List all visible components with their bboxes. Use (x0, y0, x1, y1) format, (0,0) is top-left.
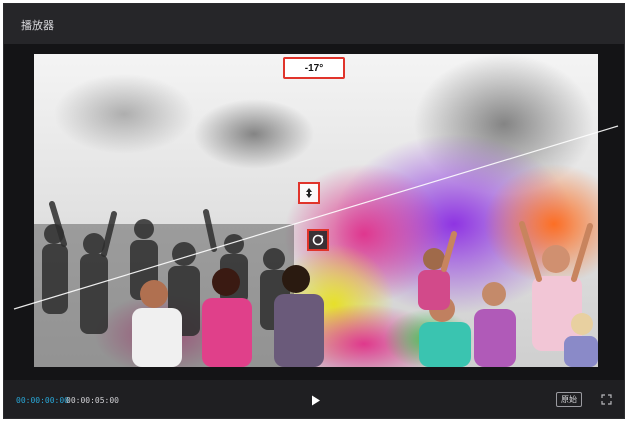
rotate-handle[interactable] (307, 229, 329, 251)
festival-photo (34, 54, 598, 367)
rotate-icon (312, 234, 324, 246)
move-icon (306, 188, 312, 198)
play-button[interactable] (309, 393, 323, 407)
current-time: 00:00:00:00 (16, 396, 69, 405)
playback-controls: 00:00:00:00 00:00:05:00 原始 (4, 378, 624, 418)
move-handle[interactable] (298, 182, 320, 204)
play-icon (312, 395, 320, 405)
rotation-angle-badge: -17° (283, 57, 345, 79)
title-bar: 播放器 (4, 4, 624, 45)
total-duration: 00:00:05:00 (66, 396, 119, 405)
fullscreen-button[interactable] (599, 392, 613, 406)
player-window: 播放器 -17° 00:00:00:00 00:00:05:00 原始 (3, 3, 625, 419)
video-frame[interactable] (34, 54, 598, 367)
aspect-ratio-button[interactable]: 原始 (556, 392, 582, 407)
preview-viewer: -17° (4, 44, 624, 380)
fullscreen-icon (600, 393, 612, 405)
window-title: 播放器 (21, 20, 54, 32)
